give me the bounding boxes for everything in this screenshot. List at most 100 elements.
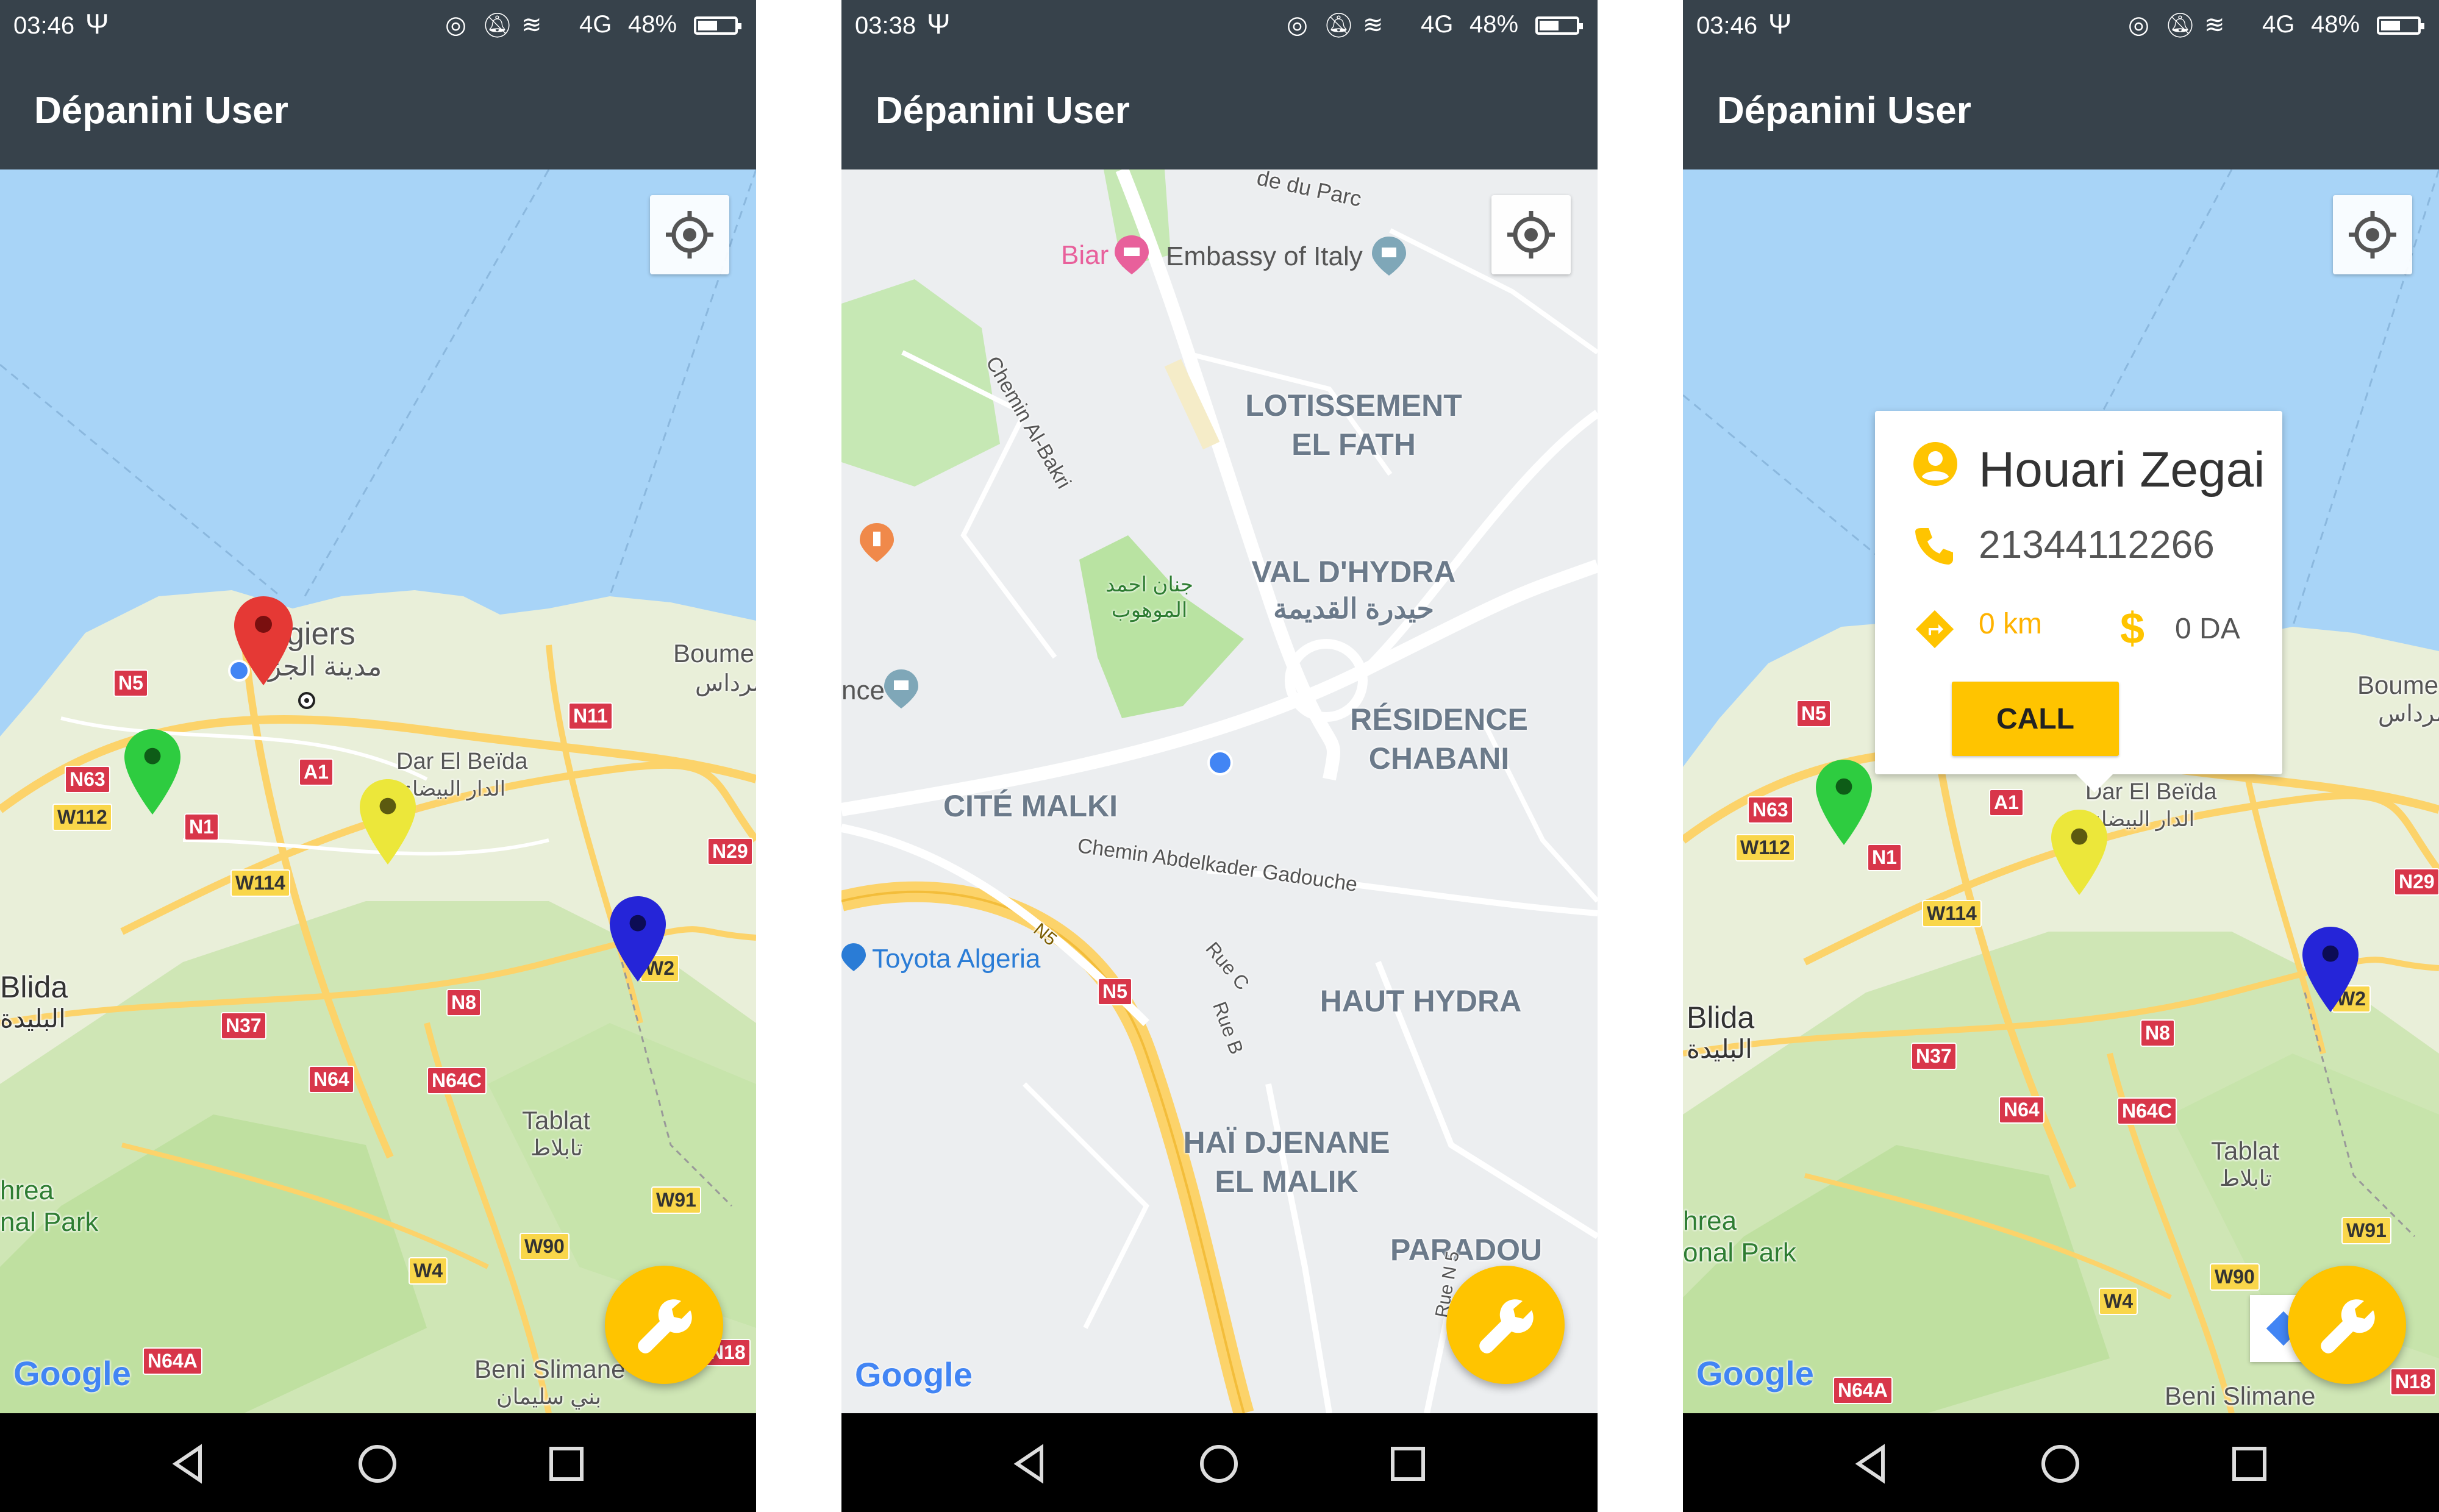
my-location-button[interactable] [650,195,729,274]
status-bar: 03:46 Ψ ◎ 🔕︎ ≋ 4G 48% [0,0,756,52]
recents-button-icon[interactable] [1380,1436,1435,1491]
map-label-dar-el-beida-ar: الدار البيضاء [402,777,506,801]
map-label-park-1: hrea [0,1175,54,1205]
repair-fab-button[interactable] [1446,1266,1565,1384]
status-bar: 03:38 Ψ ◎ 🔕︎ ≋ 4G 48% [841,0,1598,52]
status-time: 03:38 [855,12,916,39]
map-label-dar-el-beida: Dar El Beïda [396,749,528,774]
road-shield: W90 [520,1233,570,1260]
road-shield: N5 [1796,700,1831,727]
crosshair-icon [1507,211,1555,259]
map-view[interactable]: Boume مرداس Dar El Beïda الدار البيضاء B… [1683,169,2439,1413]
google-logo: Google [1696,1354,1814,1393]
map-label-blida: Blida [0,970,68,1004]
info-window-pointer [2076,774,2113,793]
map-label-park-2: onal Park [1683,1238,1796,1268]
marker-yellow-selected[interactable] [2051,810,2107,895]
app-bar: Dépanini User [0,52,756,169]
home-button-icon[interactable] [2033,1436,2088,1491]
road-shield: N64A [143,1347,202,1375]
recents-button-icon[interactable] [539,1436,594,1491]
area-cite-malki: CITÉ MALKI [943,789,1118,823]
google-logo: Google [13,1354,131,1393]
road-shield: N1 [184,813,219,841]
road-shield: N64A [1833,1377,1893,1404]
status-bar: 03:46 Ψ ◎ 🔕︎ ≋ 4G 48% [1683,0,2439,52]
location-status-icon: ◎ [1287,12,1308,38]
home-button-icon[interactable] [1191,1436,1246,1491]
area-val-dhydra-ar: حيدرة القديمة [1273,593,1434,624]
wifi-icon: ≋ [2204,12,2225,38]
price-value: 0 DA [2175,613,2240,645]
road-shield: A1 [299,758,334,786]
repair-fab-button[interactable] [2288,1266,2406,1384]
call-button[interactable]: CALL [1952,682,2119,756]
recents-button-icon[interactable] [2222,1436,2277,1491]
map-label-blida-ar: البليدة [0,1004,66,1033]
mute-icon: 🔕︎ [482,12,513,39]
road-shield: W112 [52,804,112,831]
app-bar: Dépanini User [1683,52,2439,169]
area-haut-hydra: HAUT HYDRA [1319,984,1522,1018]
battery-icon [2377,16,2424,35]
map-label-alger: giers [287,616,355,652]
map-label-blida-ar: البليدة [1687,1035,1752,1063]
road-shield: N29 [707,838,753,865]
dollar-icon: $ [2120,604,2145,653]
google-logo: Google [855,1355,973,1394]
back-button-icon[interactable] [1004,1436,1059,1491]
map-view[interactable]: de du Parc Biar Embassy of Italy Chemin … [841,169,1598,1413]
map-label-tablat-ar: تابلاط [2219,1166,2272,1191]
my-location-button[interactable] [2333,195,2412,274]
map-label-beni-slimane-ar: بني سليمان [496,1384,602,1409]
road-shield: N1 [1867,844,1902,871]
road-shield: N37 [1911,1043,1957,1070]
road-shield: N29 [2394,868,2439,896]
road-shield: N63 [65,766,110,793]
area-val-dhydra: VAL D'HYDRA [1251,555,1456,589]
my-location-button[interactable] [1491,195,1571,274]
battery-icon [694,16,741,35]
road-shield: W90 [2210,1263,2260,1291]
map-label-boumerdes-ar: مرداس [2378,701,2439,727]
mechanic-name: Houari Zegai [1979,442,2265,497]
marker-blue[interactable] [610,896,666,982]
marker-green[interactable] [124,729,180,815]
road-shield: N63 [1748,796,1793,824]
battery-icon [1535,16,1583,35]
back-button-icon[interactable] [1845,1436,1900,1491]
repair-fab-button[interactable] [605,1266,723,1384]
directions-icon [1915,610,1954,649]
marker-green[interactable] [1816,760,1872,845]
map-view[interactable]: giers مدينة الجز Boume مرداس Dar El Beïd… [0,169,756,1413]
status-time: 03:46 [13,12,75,39]
area-lotissement-el-fath: LOTISSEMENT EL FATH [1245,388,1462,462]
wifi-icon: ≋ [521,12,542,38]
map-label-boumerdes: Boume [2357,671,2439,699]
road-shield: N11 [568,702,613,730]
back-button-icon[interactable] [162,1436,217,1491]
museum-pin-icon [884,669,918,708]
embassy-pin-icon [1372,237,1406,276]
battery-percent: 48% [1469,11,1519,38]
person-icon [1913,442,1957,486]
road-shield: W4 [2099,1288,2138,1315]
wrench-icon [638,1299,692,1353]
road-shield: W4 [409,1257,448,1285]
nav-bar [841,1413,1598,1512]
map-label-beni-slimane: Beni Slimane [2165,1382,2316,1410]
map-label-beni-slimane: Beni Slimane [474,1355,626,1383]
road-shield: N64C [2117,1097,2177,1125]
phone-screen-1: 03:46 Ψ ◎ 🔕︎ ≋ 4G 48% Dépanini User gier… [0,0,756,1512]
marker-blue[interactable] [2302,927,2359,1012]
mechanic-phone: 21344112266 [1979,522,2215,566]
poi-nce: nce [841,676,885,705]
road-shield: A1 [1989,789,2024,816]
area-residence-chabani: RÉSIDENCE CHABANI [1350,702,1528,776]
marker-yellow[interactable] [360,779,416,865]
home-button-icon[interactable] [350,1436,405,1491]
map-label-tablat: Tablat [2211,1136,2280,1165]
wifi-icon: ≋ [1363,12,1384,38]
road-shield: W114 [1922,900,1982,927]
app-bar: Dépanini User [841,52,1598,169]
